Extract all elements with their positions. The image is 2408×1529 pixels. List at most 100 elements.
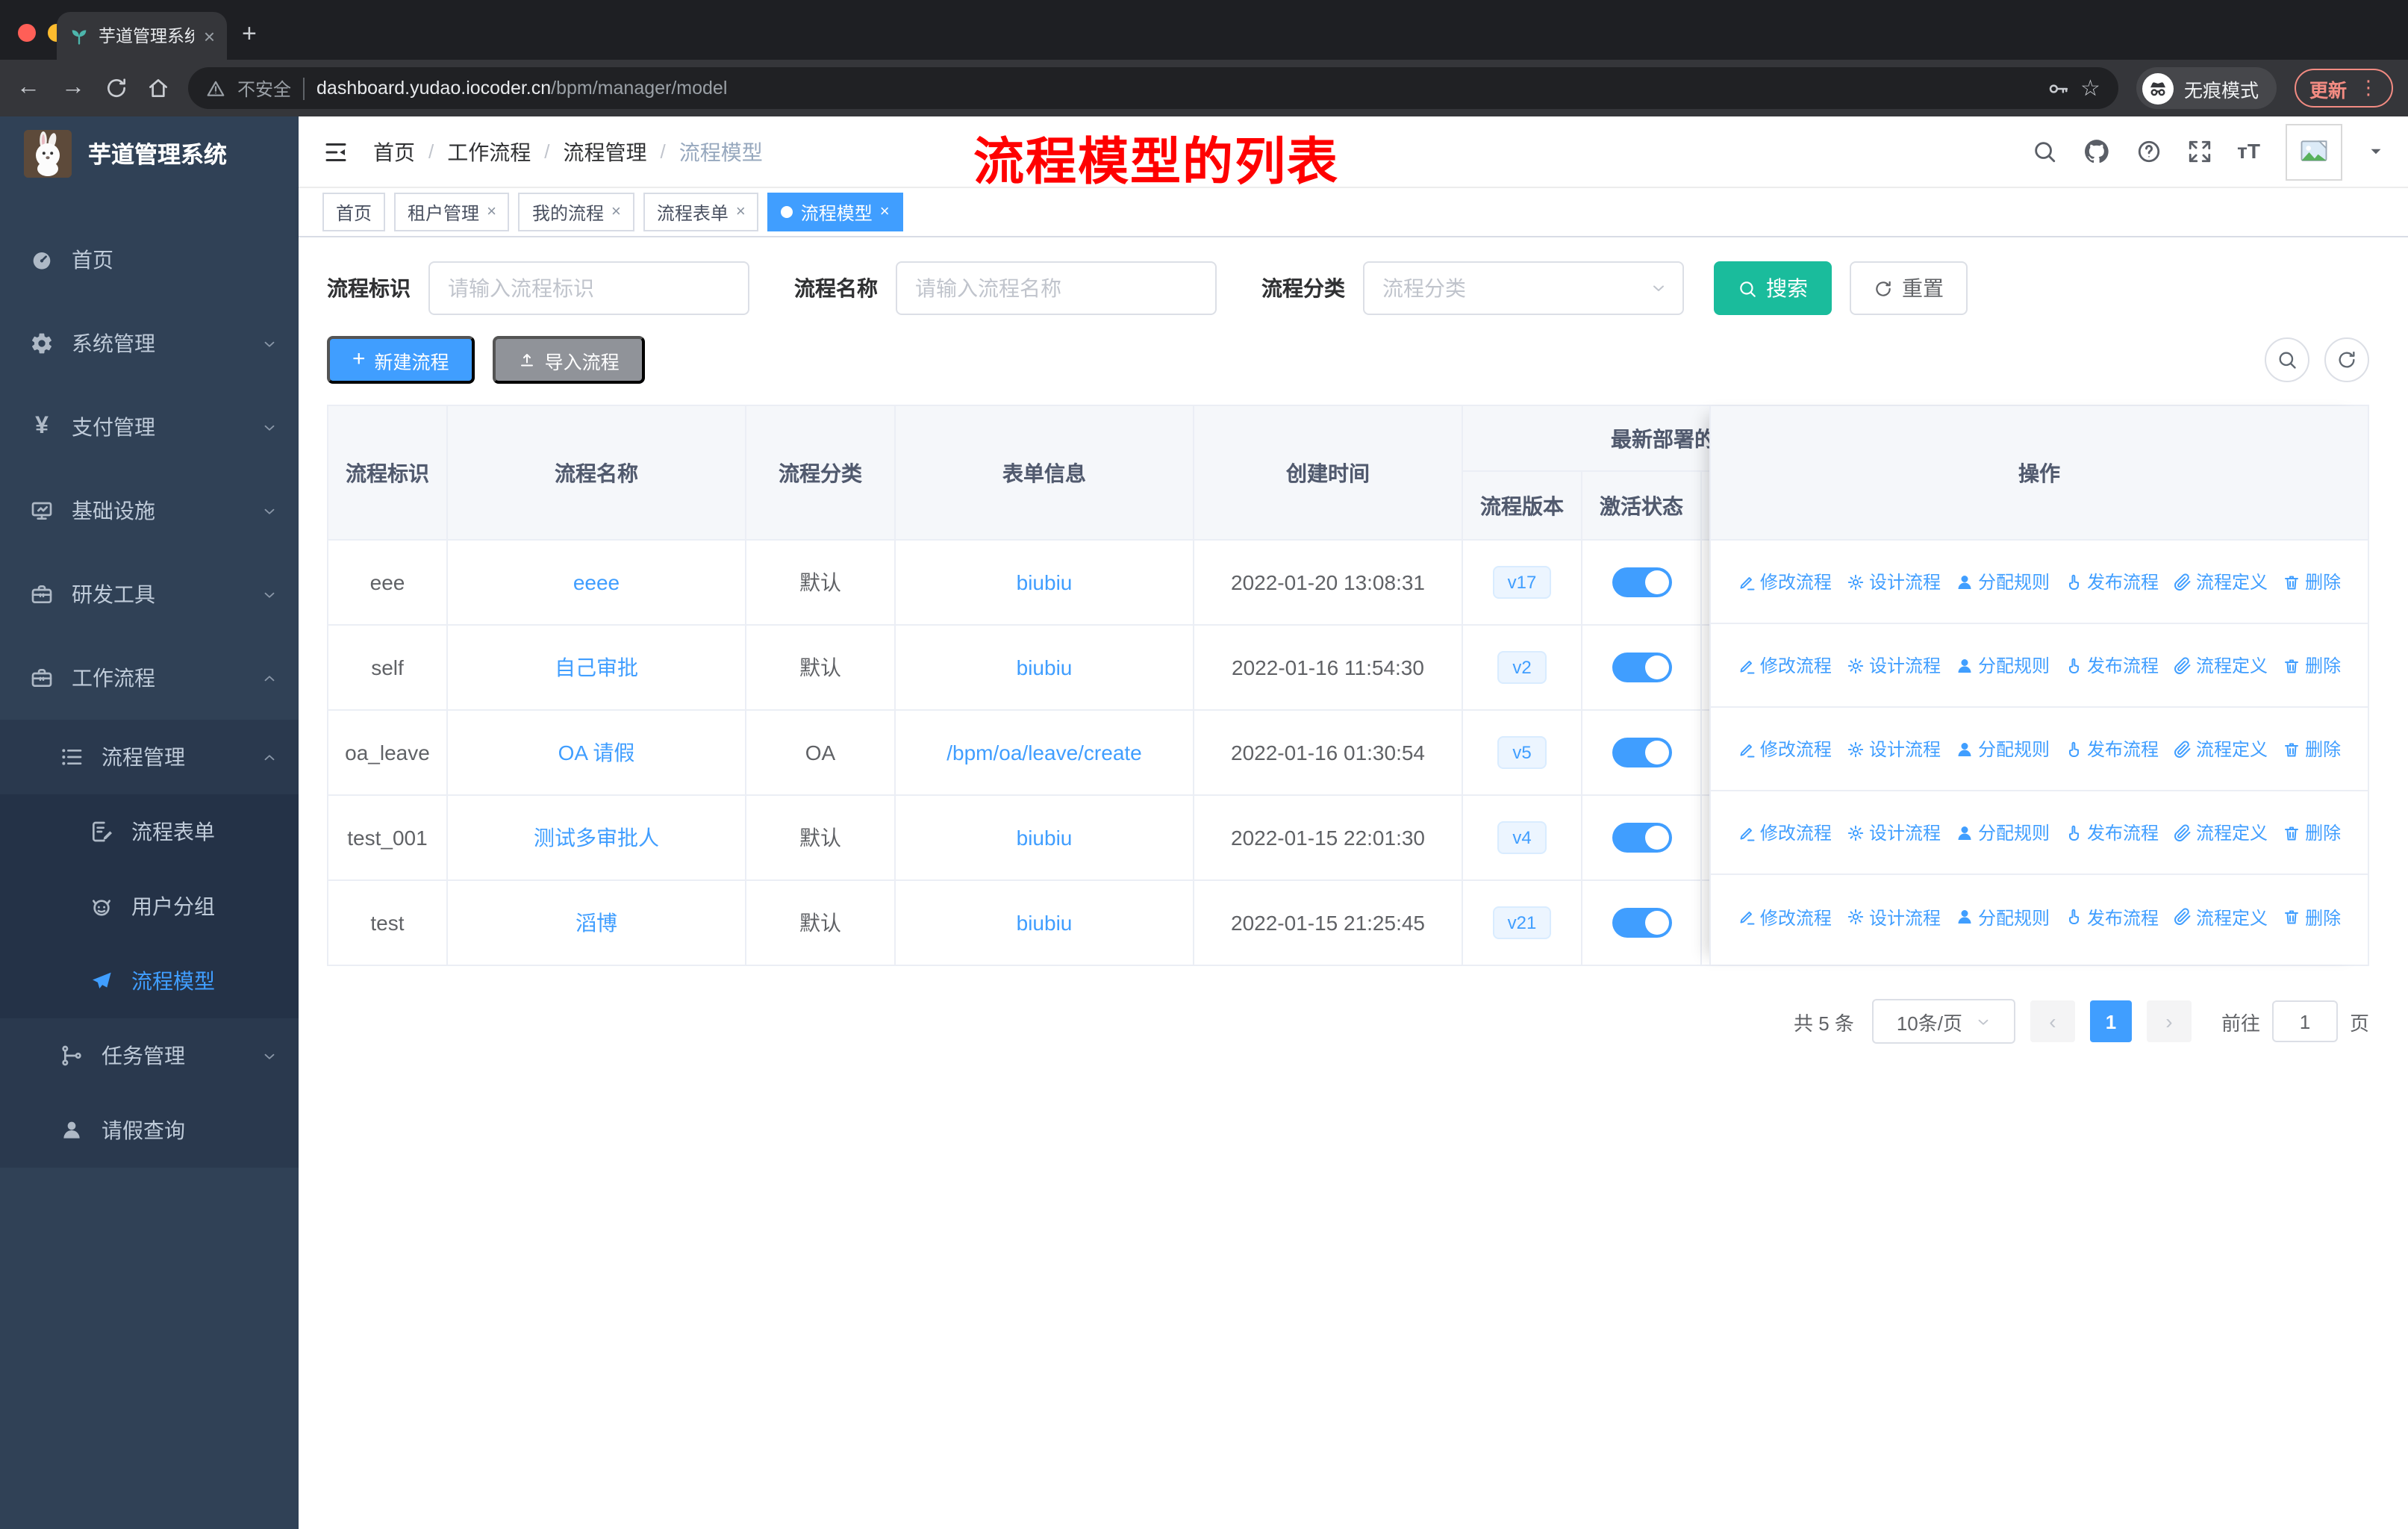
- tab-close-icon[interactable]: ×: [736, 203, 746, 221]
- search-button[interactable]: 搜索: [1714, 261, 1832, 315]
- active-status-toggle[interactable]: [1612, 653, 1671, 682]
- sidebar-item-user-group[interactable]: 用户分组: [0, 869, 299, 944]
- process-name-link[interactable]: 测试多审批人: [534, 823, 659, 853]
- modify-process-link[interactable]: 修改流程: [1738, 904, 1832, 929]
- import-process-button[interactable]: 导入流程: [492, 336, 645, 384]
- back-button[interactable]: ←: [15, 75, 42, 102]
- define-process-link[interactable]: 流程定义: [2174, 736, 2268, 762]
- tab-tenant[interactable]: 租户管理 ×: [394, 193, 510, 231]
- breadcrumb-home[interactable]: 首页: [373, 137, 415, 166]
- tab-process-form[interactable]: 流程表单 ×: [643, 193, 759, 231]
- delete-process-link[interactable]: 删除: [2283, 904, 2341, 929]
- active-status-toggle[interactable]: [1612, 738, 1671, 767]
- avatar-caret-down-icon[interactable]: [2368, 143, 2384, 160]
- sidebar-item-infrastructure[interactable]: 基础设施: [0, 469, 299, 552]
- browser-menu-icon[interactable]: ⋮: [2359, 76, 2378, 100]
- sidebar-item-leave-query[interactable]: 请假查询: [0, 1093, 299, 1168]
- breadcrumb-process-management[interactable]: 流程管理: [564, 137, 647, 166]
- tab-my-process[interactable]: 我的流程 ×: [518, 193, 634, 231]
- delete-process-link[interactable]: 删除: [2283, 569, 2341, 594]
- filter-name-input[interactable]: [896, 261, 1217, 315]
- page-size-select[interactable]: 10条/页: [1871, 999, 2015, 1044]
- github-icon[interactable]: [2082, 137, 2110, 166]
- active-status-toggle[interactable]: [1612, 567, 1671, 597]
- tab-home[interactable]: 首页: [322, 193, 386, 231]
- tab-process-model[interactable]: 流程模型 ×: [767, 193, 903, 231]
- sidebar-item-dev-tools[interactable]: 研发工具: [0, 552, 299, 636]
- sidebar-item-payment-management[interactable]: ¥ 支付管理: [0, 385, 299, 469]
- modify-process-link[interactable]: 修改流程: [1738, 820, 1832, 845]
- active-status-toggle[interactable]: [1612, 823, 1671, 853]
- publish-process-link[interactable]: 发布流程: [2065, 904, 2159, 929]
- define-process-link[interactable]: 流程定义: [2174, 904, 2268, 929]
- help-icon[interactable]: [2136, 139, 2161, 164]
- close-window-button[interactable]: [18, 24, 36, 42]
- header-search-icon[interactable]: [2031, 139, 2056, 164]
- sidebar-item-system-management[interactable]: 系统管理: [0, 302, 299, 385]
- delete-process-link[interactable]: 删除: [2283, 736, 2341, 762]
- home-button[interactable]: [146, 76, 170, 100]
- form-info-link[interactable]: biubiu: [1017, 911, 1073, 935]
- bookmark-star-icon[interactable]: ☆: [2080, 75, 2100, 102]
- page-1-button[interactable]: 1: [2089, 1000, 2132, 1042]
- define-process-link[interactable]: 流程定义: [2174, 653, 2268, 678]
- goto-page-input[interactable]: [2271, 1000, 2338, 1042]
- reset-button[interactable]: 重置: [1850, 261, 1968, 315]
- sidebar-item-process-form[interactable]: 流程表单: [0, 794, 299, 869]
- assign-process-link[interactable]: 分配规则: [1956, 820, 2050, 845]
- sidebar-item-process-model[interactable]: 流程模型: [0, 944, 299, 1018]
- define-process-link[interactable]: 流程定义: [2174, 569, 2268, 594]
- tab-close-icon[interactable]: ×: [204, 25, 215, 47]
- design-process-link[interactable]: 设计流程: [1847, 653, 1941, 678]
- sidebar-fold-icon[interactable]: [322, 138, 349, 165]
- show-search-toggle-button[interactable]: [2265, 337, 2309, 382]
- tab-close-icon[interactable]: ×: [487, 203, 496, 221]
- process-name-link[interactable]: eeee: [573, 570, 620, 594]
- form-info-link[interactable]: biubiu: [1017, 570, 1073, 594]
- assign-process-link[interactable]: 分配规则: [1956, 653, 2050, 678]
- sidebar-item-workflow[interactable]: 工作流程: [0, 636, 299, 720]
- sidebar-item-task-management[interactable]: 任务管理: [0, 1018, 299, 1093]
- address-bar[interactable]: 不安全 dashboard.yudao.iocoder.cn/bpm/manag…: [188, 67, 2118, 109]
- form-info-link[interactable]: /bpm/oa/leave/create: [946, 741, 1142, 764]
- design-process-link[interactable]: 设计流程: [1847, 904, 1941, 929]
- modify-process-link[interactable]: 修改流程: [1738, 653, 1832, 678]
- assign-process-link[interactable]: 分配规则: [1956, 569, 2050, 594]
- active-status-toggle[interactable]: [1612, 908, 1671, 938]
- sidebar-item-home[interactable]: 首页: [0, 218, 299, 302]
- publish-process-link[interactable]: 发布流程: [2065, 820, 2159, 845]
- process-name-link[interactable]: 自己审批: [555, 653, 638, 682]
- assign-process-link[interactable]: 分配规则: [1956, 904, 2050, 929]
- publish-process-link[interactable]: 发布流程: [2065, 653, 2159, 678]
- delete-process-link[interactable]: 删除: [2283, 653, 2341, 678]
- design-process-link[interactable]: 设计流程: [1847, 736, 1941, 762]
- password-key-icon[interactable]: [2046, 77, 2068, 99]
- forward-button[interactable]: →: [60, 75, 87, 102]
- filter-key-input[interactable]: [428, 261, 749, 315]
- breadcrumb-workflow[interactable]: 工作流程: [447, 137, 531, 166]
- define-process-link[interactable]: 流程定义: [2174, 820, 2268, 845]
- tab-close-icon[interactable]: ×: [880, 203, 890, 221]
- assign-process-link[interactable]: 分配规则: [1956, 736, 2050, 762]
- form-info-link[interactable]: biubiu: [1017, 655, 1073, 679]
- publish-process-link[interactable]: 发布流程: [2065, 569, 2159, 594]
- font-size-icon[interactable]: тT: [2237, 139, 2260, 164]
- design-process-link[interactable]: 设计流程: [1847, 569, 1941, 594]
- process-name-link[interactable]: 滔博: [576, 908, 617, 938]
- form-info-link[interactable]: biubiu: [1017, 826, 1073, 850]
- sidebar-item-process-management[interactable]: 流程管理: [0, 720, 299, 794]
- modify-process-link[interactable]: 修改流程: [1738, 736, 1832, 762]
- user-avatar[interactable]: [2286, 123, 2342, 180]
- browser-tab[interactable]: 芋道管理系统 ×: [57, 12, 227, 60]
- browser-update-button[interactable]: 更新 ⋮: [2294, 69, 2393, 108]
- next-page-button[interactable]: ›: [2146, 1000, 2192, 1042]
- modify-process-link[interactable]: 修改流程: [1738, 569, 1832, 594]
- delete-process-link[interactable]: 删除: [2283, 820, 2341, 845]
- filter-category-select[interactable]: 流程分类: [1363, 261, 1684, 315]
- reload-button[interactable]: [105, 76, 128, 100]
- fullscreen-icon[interactable]: [2186, 139, 2212, 164]
- refresh-table-button[interactable]: [2324, 337, 2369, 382]
- new-tab-button[interactable]: +: [242, 21, 257, 46]
- create-process-button[interactable]: + 新建流程: [327, 336, 475, 384]
- app-logo-row[interactable]: 芋道管理系统: [0, 116, 299, 191]
